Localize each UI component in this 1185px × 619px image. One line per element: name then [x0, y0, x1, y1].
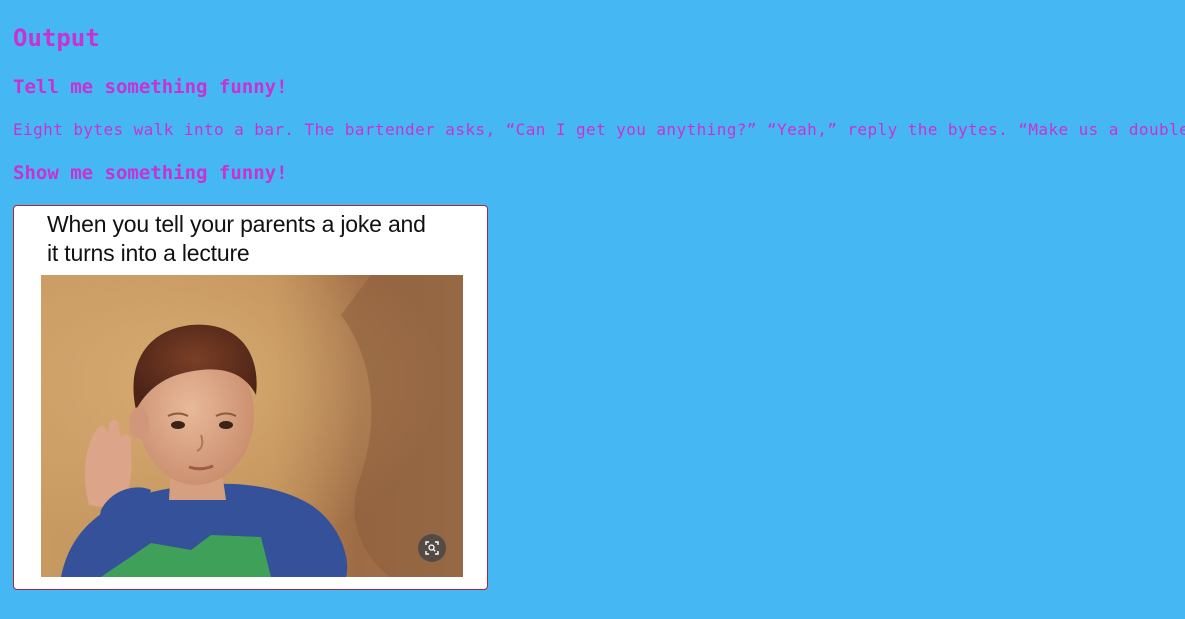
prompt-tell-funny: Tell me something funny! — [13, 76, 288, 98]
meme-image: When you tell your parents a joke and it… — [13, 205, 488, 590]
meme-photo — [41, 275, 463, 577]
visual-search-button[interactable] — [418, 534, 446, 562]
meme-caption-line-2: it turns into a lecture — [47, 240, 250, 266]
joke-response: Eight bytes walk into a bar. The bartend… — [13, 120, 1185, 139]
meme-caption-line-1: When you tell your parents a joke and — [47, 211, 426, 237]
prompt-show-funny: Show me something funny! — [13, 162, 288, 184]
visual-search-icon — [425, 541, 439, 555]
output-heading: Output — [13, 24, 100, 52]
meme-caption: When you tell your parents a joke and it… — [47, 210, 477, 268]
